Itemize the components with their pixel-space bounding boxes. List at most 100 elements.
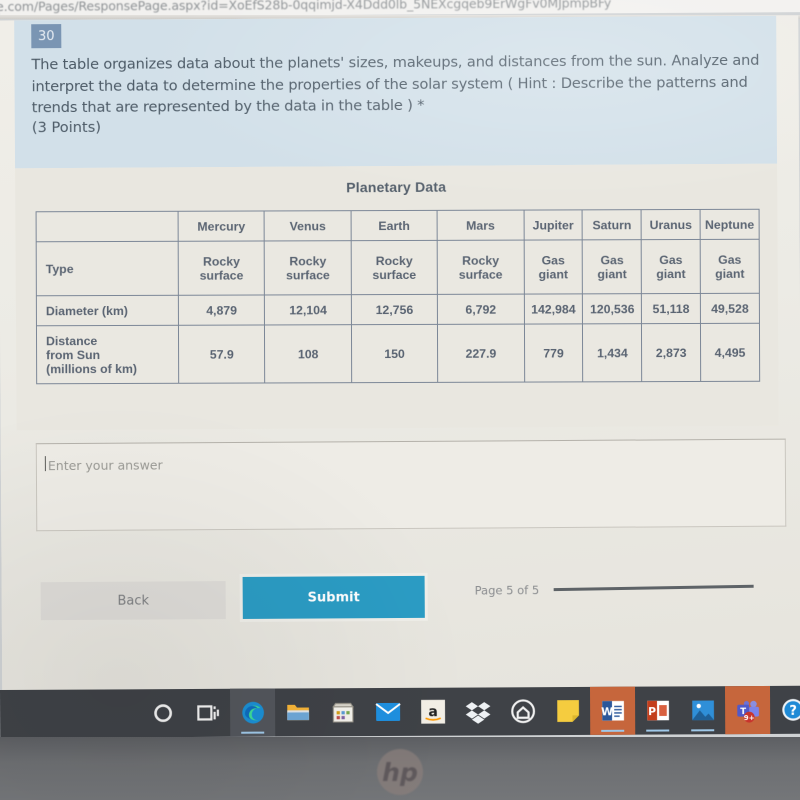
taskbar-item-edge[interactable] — [229, 688, 276, 737]
taskbar-item-help[interactable]: ? — [770, 686, 800, 734]
microsoft-store-icon — [331, 702, 354, 723]
cell-type-jupiter: Gas giant — [523, 239, 583, 295]
taskbar-item-powerpoint[interactable]: P — [635, 686, 680, 734]
table-row-type: Type Rocky surface Rocky surface Rocky s… — [36, 239, 760, 296]
task-view-icon — [196, 705, 219, 721]
home-icon — [510, 699, 535, 724]
taskbar-item-home-app[interactable] — [500, 687, 545, 735]
row-label-diameter: Diameter (km) — [36, 295, 179, 326]
cell-distance-jupiter: 779 — [524, 323, 584, 383]
taskbar-item-cortana[interactable] — [140, 689, 185, 737]
taskbar-item-teams[interactable]: T 9+ — [724, 685, 771, 735]
cell-type-neptune: Gas giant — [700, 239, 760, 294]
cell-distance-venus: 108 — [264, 324, 352, 383]
cell-distance-uranus: 2,873 — [641, 323, 701, 382]
row-label-type: Type — [36, 241, 179, 296]
dropbox-icon — [465, 702, 490, 724]
taskbar-item-sticky-notes[interactable] — [545, 687, 590, 735]
cell-type-saturn: Gas giant — [582, 239, 642, 294]
mail-icon — [374, 702, 401, 722]
word-icon: W — [601, 700, 624, 721]
svg-text:?: ? — [789, 704, 797, 719]
table-body: Mercury Venus Earth Mars Jupiter Saturn … — [36, 209, 760, 384]
sticky-notes-icon — [556, 700, 579, 722]
cell-diameter-venus: 12,104 — [264, 294, 352, 325]
question-number-badge: 30 — [31, 24, 62, 49]
cell-distance-saturn: 1,434 — [582, 323, 642, 382]
page-indicator: Page 5 of 5 — [474, 583, 540, 598]
col-header-venus: Venus — [264, 210, 351, 241]
svg-text:P: P — [648, 705, 656, 718]
question-points: (3 Points) — [31, 118, 102, 137]
taskbar-icon-group: a W P T 9+ ? — [140, 685, 800, 738]
cell-distance-neptune: 4,495 — [700, 323, 760, 382]
taskbar-item-word[interactable]: W — [589, 686, 636, 735]
help-icon: ? — [781, 699, 800, 721]
cell-diameter-mars: 6,792 — [437, 294, 525, 325]
form-page-background: 30 The table organizes data about the pl… — [0, 15, 800, 693]
photos-icon — [691, 700, 714, 721]
question-block: 30 The table organizes data about the pl… — [14, 15, 778, 169]
edge-browser-icon — [241, 701, 264, 724]
table-row-diameter: Diameter (km) 4,879 12,104 12,756 6,792 … — [36, 293, 760, 326]
file-explorer-icon — [286, 704, 309, 721]
cell-distance-mercury: 57.9 — [178, 324, 266, 384]
taskbar-item-mail[interactable] — [365, 688, 410, 736]
amazon-icon: a — [420, 699, 445, 724]
back-button[interactable]: Back — [40, 581, 226, 621]
cell-diameter-saturn: 120,536 — [582, 293, 642, 324]
cell-diameter-neptune: 49,528 — [700, 293, 760, 324]
cell-distance-earth: 150 — [351, 324, 438, 383]
row-label-distance-line1: Distance — [45, 333, 98, 348]
cell-diameter-mercury: 4,879 — [178, 294, 265, 326]
taskbar-item-photos[interactable] — [680, 686, 725, 734]
planetary-data-image: Planetary Data Mercury Venus Earth Mars … — [15, 163, 779, 431]
cell-type-venus: Rocky surface — [264, 240, 352, 295]
cell-type-uranus: Gas giant — [641, 239, 701, 294]
cell-distance-mars: 227.9 — [437, 324, 525, 383]
svg-text:a: a — [428, 704, 438, 720]
svg-text:W: W — [601, 705, 613, 718]
text-caret — [44, 456, 46, 472]
table-corner-cell — [36, 211, 179, 242]
question-text: The table organizes data about the plane… — [31, 51, 760, 117]
powerpoint-icon: P — [646, 700, 669, 721]
cell-type-earth: Rocky surface — [350, 240, 438, 295]
cell-diameter-jupiter: 142,984 — [523, 293, 583, 325]
col-header-mars: Mars — [437, 210, 524, 241]
cell-diameter-uranus: 51,118 — [641, 293, 701, 324]
taskbar-item-microsoft-store[interactable] — [320, 688, 365, 736]
taskbar-item-dropbox[interactable] — [455, 687, 500, 735]
row-label-distance-line2: from Sun — [46, 347, 101, 362]
taskbar-item-amazon[interactable]: a — [410, 688, 455, 736]
row-label-distance: Distance from Sun (millions of km) — [36, 325, 179, 384]
answer-input[interactable]: Enter your answer — [35, 438, 787, 532]
table-header-row: Mercury Venus Earth Mars Jupiter Saturn … — [36, 209, 760, 242]
taskbar-item-task-view[interactable] — [185, 689, 230, 737]
address-bar-url: e.com/Pages/ResponsePage.aspx?id=XoEfS28… — [0, 0, 612, 15]
hp-logo: hp — [377, 749, 423, 795]
row-label-distance-line3: (millions of km) — [46, 361, 138, 376]
cortana-icon — [153, 704, 172, 723]
page-progress-bar — [553, 584, 754, 592]
planetary-data-table: Mercury Venus Earth Mars Jupiter Saturn … — [36, 209, 761, 385]
table-title: Planetary Data — [346, 178, 447, 196]
col-header-earth: Earth — [350, 210, 438, 241]
col-header-uranus: Uranus — [641, 209, 701, 240]
col-header-mercury: Mercury — [178, 210, 265, 242]
cell-type-mercury: Rocky surface — [178, 240, 265, 296]
teams-badge-count: 9+ — [743, 713, 754, 722]
form-page: 30 The table organizes data about the pl… — [0, 15, 800, 693]
taskbar-item-file-explorer[interactable] — [275, 688, 320, 736]
submit-button[interactable]: Submit — [242, 575, 425, 619]
windows-taskbar[interactable]: a W P T 9+ ? — [0, 685, 800, 738]
table-row-distance: Distance from Sun (millions of km) 57.9 … — [36, 323, 760, 384]
col-header-saturn: Saturn — [582, 209, 642, 240]
col-header-neptune: Neptune — [700, 209, 760, 240]
cell-type-mars: Rocky surface — [437, 240, 524, 295]
photographed-screen: e.com/Pages/ResponsePage.aspx?id=XoEfS28… — [0, 0, 800, 800]
cell-diameter-earth: 12,756 — [351, 294, 438, 325]
answer-placeholder: Enter your answer — [47, 457, 163, 474]
teams-icon: T 9+ — [736, 700, 759, 723]
col-header-jupiter: Jupiter — [523, 209, 583, 241]
